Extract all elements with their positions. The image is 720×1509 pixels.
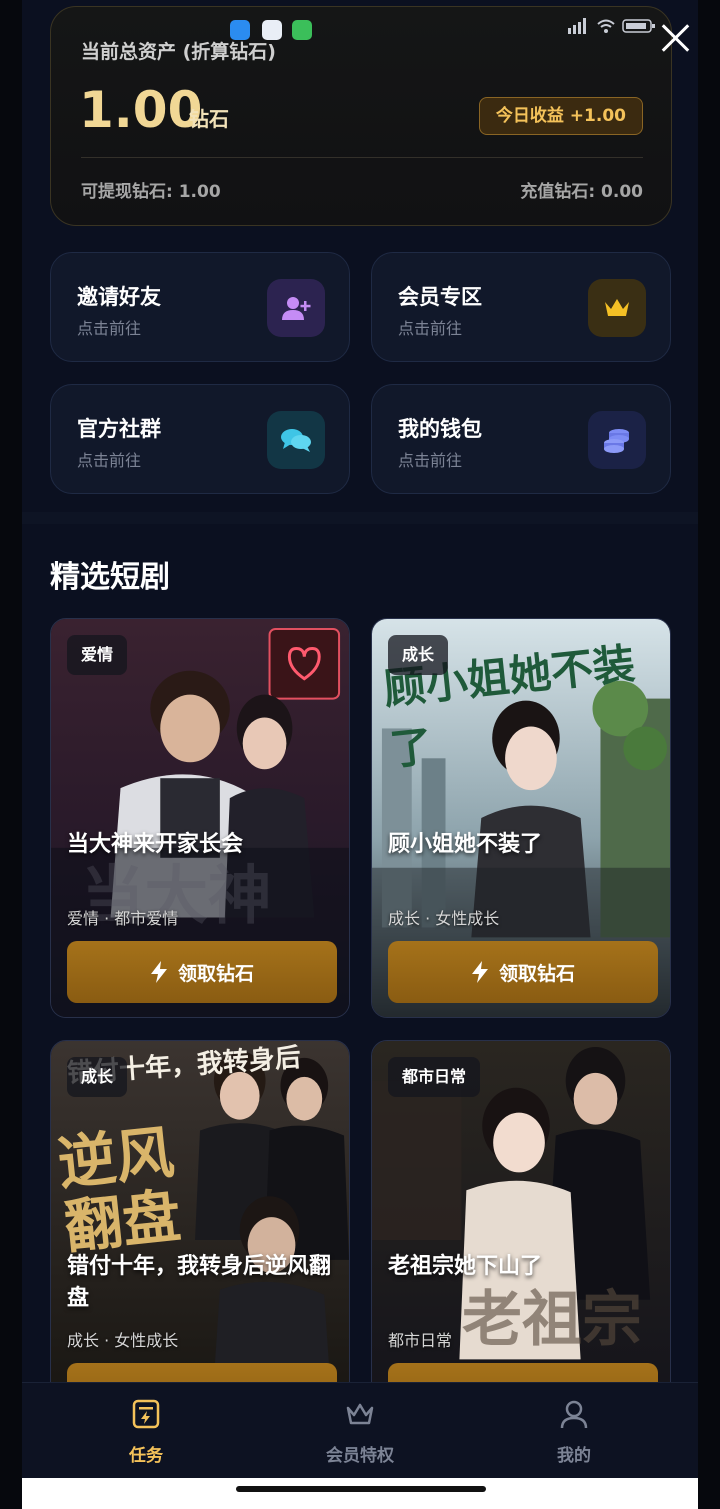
invite-friends-card[interactable]: 邀请好友 点击前往: [50, 252, 350, 362]
withdrawable-diamonds: 可提现钻石: 1.00: [81, 182, 221, 202]
tab-label: 任务: [129, 1446, 163, 1466]
feature-subtitle: 点击前往: [77, 319, 142, 338]
crown-outline-icon: [346, 1403, 374, 1425]
official-community-card[interactable]: 官方社群 点击前往: [50, 384, 350, 494]
drama-meta: 爱情 · 都市爱情: [67, 909, 179, 928]
task-icon: [132, 1399, 160, 1429]
add-user-icon: [267, 279, 325, 337]
crown-icon: [588, 279, 646, 337]
signal-icon: [568, 18, 586, 34]
genre-tag: 成长: [67, 1057, 128, 1097]
drama-card[interactable]: 老祖宗 都市日常 老祖宗她下山了 都市日常: [371, 1040, 671, 1440]
section-title: 精选短剧: [50, 560, 170, 595]
wifi-icon: [597, 19, 615, 33]
section-separator: [22, 512, 698, 524]
asset-amount: 1.00: [79, 81, 203, 139]
bottom-tab-bar: 任务 会员特权 我的: [22, 1382, 698, 1478]
drama-card[interactable]: 错付十年，我转身后 逆风翻盘 成长 错付十年，我转身后逆风翻盘 成长 · 女性成…: [50, 1040, 350, 1440]
drama-card[interactable]: 当大神 爱情 当大神来开家长会 爱情 · 都市爱情 领取钻石: [50, 618, 350, 1018]
drama-meta: 成长 · 女性成长: [67, 1331, 179, 1350]
genre-tag: 都市日常: [388, 1057, 481, 1097]
lightning-icon: [150, 961, 167, 983]
tab-label: 我的: [557, 1446, 591, 1466]
app-screen: 当前总资产 (折算钻石) 1.00 钻石 今日收益 +1.00 可提现钻石: 1…: [22, 0, 698, 1509]
drama-title: 当大神来开家长会: [67, 832, 244, 857]
my-wallet-card[interactable]: 我的钱包 点击前往: [371, 384, 671, 494]
tab-member-privileges[interactable]: 会员特权: [300, 1399, 420, 1466]
drama-title: 老祖宗她下山了: [388, 1254, 543, 1279]
tab-mine[interactable]: 我的: [514, 1399, 634, 1466]
person-icon: [560, 1400, 588, 1429]
app-notification-icon: [262, 20, 282, 40]
status-bar: [0, 0, 720, 60]
member-zone-card[interactable]: 会员专区 点击前往: [371, 252, 671, 362]
drama-meta: 成长 · 女性成长: [388, 909, 500, 928]
app-notification-icon: [292, 20, 312, 40]
feature-subtitle: 点击前往: [77, 451, 142, 470]
feature-title: 官方社群: [77, 417, 161, 441]
drama-card[interactable]: 顾小姐她不装了 成长 顾小姐她不装了 成长 · 女性成长 领取钻石: [371, 618, 671, 1018]
home-indicator-area: [22, 1478, 698, 1509]
asset-unit: 钻石: [189, 107, 229, 131]
drama-meta: 都市日常: [388, 1331, 453, 1350]
tab-label: 会员特权: [326, 1446, 394, 1466]
feature-title: 会员专区: [398, 285, 482, 309]
claim-diamonds-button[interactable]: 领取钻石: [67, 941, 337, 1003]
tab-tasks[interactable]: 任务: [86, 1399, 206, 1466]
home-indicator[interactable]: [236, 1486, 486, 1492]
poster-title-art-big: 逆风翻盘: [54, 1118, 184, 1262]
feature-title: 我的钱包: [398, 417, 482, 441]
app-notification-icon: [230, 20, 250, 40]
feature-subtitle: 点击前往: [398, 319, 463, 338]
right-bezel: [698, 0, 720, 1509]
feature-subtitle: 点击前往: [398, 451, 463, 470]
genre-tag: 成长: [388, 635, 449, 675]
claim-diamonds-button[interactable]: 领取钻石: [388, 941, 658, 1003]
battery-icon: [622, 19, 655, 33]
left-bezel: [0, 0, 22, 1509]
button-label: 领取钻石: [498, 962, 575, 985]
close-button[interactable]: [658, 20, 694, 56]
drama-title: 顾小姐她不装了: [388, 832, 543, 857]
coins-icon: [588, 411, 646, 469]
drama-title: 错付十年，我转身后逆风翻盘: [67, 1254, 332, 1311]
feature-title: 邀请好友: [77, 285, 161, 309]
chat-icon: [267, 411, 325, 469]
lightning-icon: [471, 961, 488, 983]
status-icons: [568, 18, 656, 34]
divider: [81, 157, 643, 158]
today-earnings-badge: 今日收益 +1.00: [478, 97, 643, 135]
poster-title-art: 老祖宗: [462, 1285, 642, 1355]
button-label: 领取钻石: [177, 962, 254, 985]
genre-tag: 爱情: [67, 635, 128, 675]
recharge-diamonds: 充值钻石: 0.00: [520, 182, 643, 202]
